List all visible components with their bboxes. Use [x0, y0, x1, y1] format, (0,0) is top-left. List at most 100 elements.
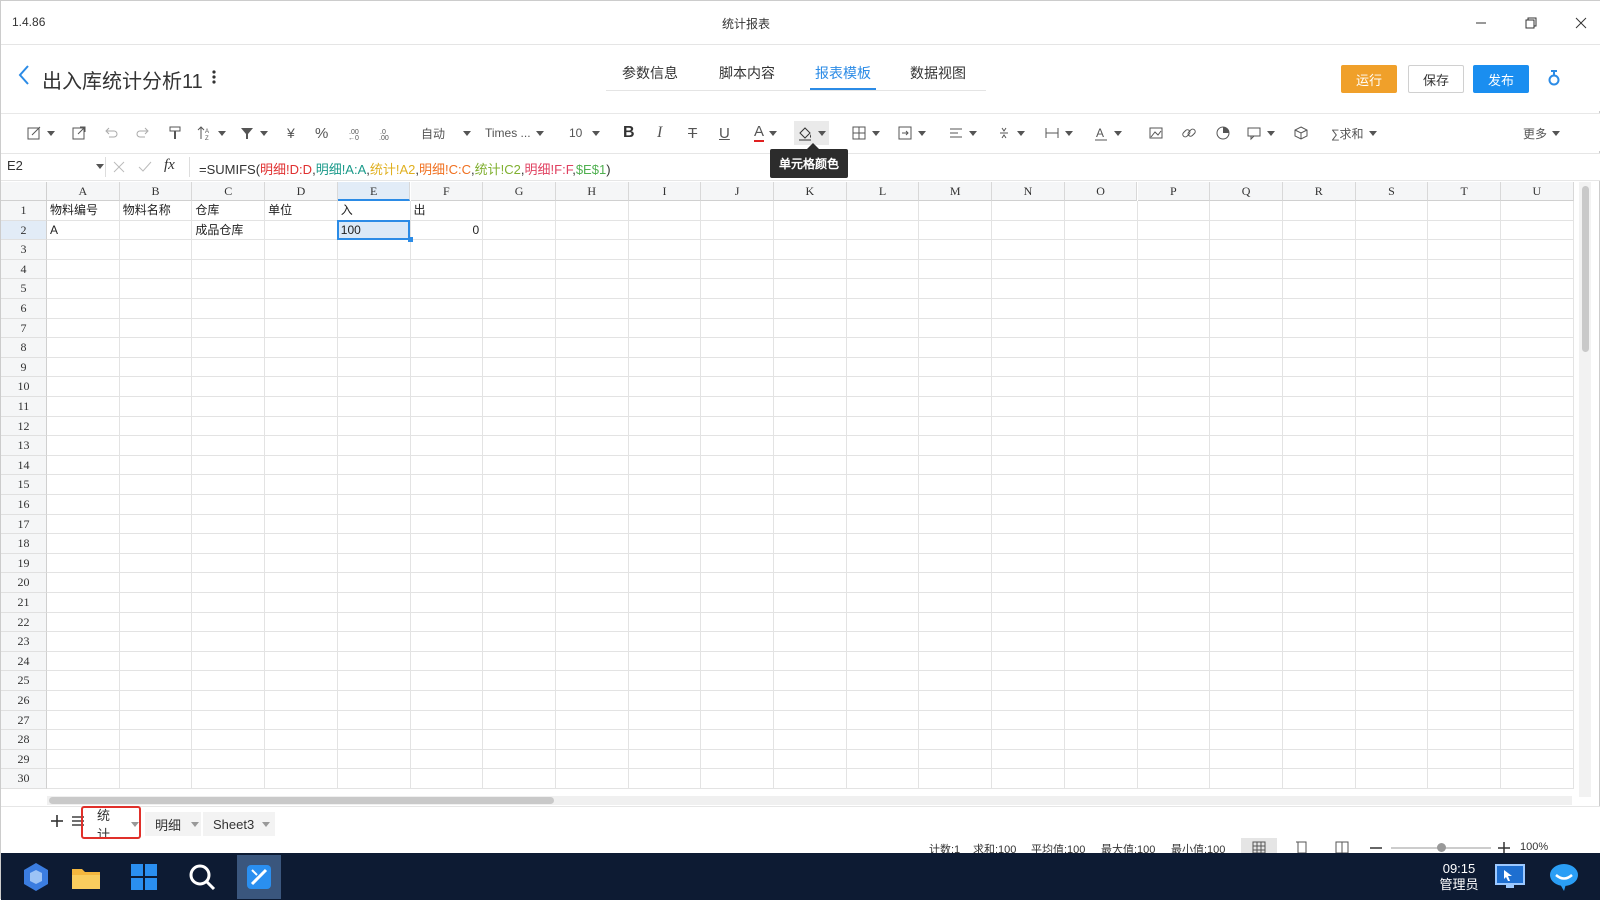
row-header[interactable]: 25	[1, 671, 47, 691]
comment-dropdown[interactable]	[1246, 122, 1275, 144]
vertical-scroll-thumb[interactable]	[1582, 186, 1589, 352]
taskbar-clock[interactable]: 09:15 管理员	[1429, 861, 1489, 893]
column-header[interactable]: L	[846, 182, 920, 201]
column-header[interactable]: E	[337, 182, 411, 201]
column-header[interactable]: I	[628, 182, 702, 201]
row-header[interactable]: 11	[1, 397, 47, 417]
filter-dropdown[interactable]	[239, 122, 268, 144]
sheet-tab-sheet3[interactable]: Sheet3	[203, 812, 275, 836]
horizontal-scroll-thumb[interactable]	[49, 797, 554, 804]
cell-color-dropdown[interactable]	[794, 121, 829, 145]
row-header[interactable]: 9	[1, 357, 47, 378]
font-size-select[interactable]: 10	[569, 122, 605, 144]
row-header[interactable]: 1	[1, 201, 47, 221]
cancel-formula-icon[interactable]	[113, 161, 125, 173]
vertical-align-dropdown[interactable]	[996, 122, 1025, 144]
row-header[interactable]: 13	[1, 436, 47, 456]
edit-dropdown[interactable]	[26, 122, 55, 144]
cell-e1[interactable]: 入	[338, 201, 353, 220]
decrease-decimal-button[interactable]: .00 ←0	[347, 122, 363, 144]
minimize-button[interactable]	[1469, 11, 1493, 35]
name-box[interactable]: E2	[7, 158, 104, 173]
merge-dropdown[interactable]	[897, 122, 926, 144]
row-header[interactable]: 16	[1, 495, 47, 515]
column-header[interactable]: J	[701, 182, 774, 201]
row-header[interactable]: 8	[1, 338, 47, 358]
row-header[interactable]: 30	[1, 769, 47, 789]
publish-button[interactable]: 发布	[1473, 65, 1529, 93]
italic-button[interactable]: I	[657, 122, 662, 144]
taskbar-report-app[interactable]	[237, 855, 281, 899]
column-header[interactable]: R	[1282, 182, 1356, 201]
taskbar-start[interactable]	[125, 859, 163, 895]
row-header[interactable]: 14	[1, 455, 47, 476]
currency-button[interactable]: ¥	[287, 122, 295, 144]
taskbar-remote-desktop[interactable]	[1491, 859, 1529, 895]
insert-image-button[interactable]	[1148, 122, 1164, 144]
zoom-slider-thumb[interactable]	[1437, 843, 1446, 852]
cell-a1[interactable]: 物料编号	[47, 201, 98, 220]
sort-dropdown[interactable]: AZ	[197, 122, 226, 144]
formula-input[interactable]: =SUMIFS(明细!D:D,明细!A:A,统计!A2,明细!C:C,统计!C2…	[199, 159, 611, 178]
strikethrough-button[interactable]: T	[688, 122, 697, 144]
confirm-formula-icon[interactable]	[138, 161, 152, 173]
column-header[interactable]: Q	[1210, 182, 1283, 201]
cell-f1[interactable]: 出	[411, 201, 426, 220]
row-header[interactable]: 19	[1, 553, 47, 574]
row-header[interactable]: 7	[1, 318, 47, 339]
number-format-select[interactable]: 自动	[421, 122, 477, 144]
column-header[interactable]: D	[265, 182, 338, 201]
column-header[interactable]: B	[119, 182, 193, 201]
row-header[interactable]: 28	[1, 730, 47, 750]
row-header[interactable]: 5	[1, 279, 47, 299]
more-dropdown[interactable]: 更多	[1523, 122, 1561, 144]
back-button[interactable]	[17, 63, 31, 90]
cell-a2[interactable]: A	[47, 221, 58, 240]
row-header[interactable]: 4	[1, 259, 47, 280]
text-style-dropdown[interactable]: A	[1093, 122, 1122, 144]
run-button[interactable]: 运行	[1341, 65, 1397, 93]
cell-c1[interactable]: 仓库	[192, 201, 219, 220]
font-color-button[interactable]: A	[754, 124, 765, 142]
user-button[interactable]	[1547, 69, 1561, 90]
taskbar-search[interactable]	[183, 859, 221, 895]
save-button[interactable]: 保存	[1408, 65, 1464, 93]
redo-button[interactable]	[135, 122, 151, 144]
format-painter-button[interactable]	[167, 122, 183, 144]
font-family-select[interactable]: Times ...	[485, 122, 555, 144]
font-color-dropdown[interactable]: A	[754, 122, 778, 144]
close-button[interactable]	[1569, 11, 1593, 35]
row-header[interactable]: 2	[1, 220, 47, 241]
tab-params[interactable]: 参数信息	[622, 63, 678, 83]
cube-button[interactable]	[1293, 122, 1309, 144]
add-sheet-button[interactable]	[50, 812, 64, 833]
column-header[interactable]: U	[1501, 182, 1574, 201]
taskbar-file-manager[interactable]	[67, 859, 105, 895]
cell-c2[interactable]: 成品仓库	[192, 221, 243, 240]
border-dropdown[interactable]	[851, 122, 880, 144]
taskbar-messenger[interactable]	[1545, 859, 1583, 895]
column-header[interactable]: P	[1137, 182, 1211, 201]
cell-b1[interactable]: 物料名称	[120, 201, 171, 220]
row-header[interactable]: 29	[1, 749, 47, 770]
row-header[interactable]: 26	[1, 691, 47, 711]
column-header[interactable]: O	[1064, 182, 1138, 201]
row-header[interactable]: 27	[1, 710, 47, 731]
cell-f2[interactable]: 0	[411, 221, 480, 240]
row-header[interactable]: 6	[1, 299, 47, 319]
insert-chart-button[interactable]	[1215, 122, 1231, 144]
sheet-tab-detail[interactable]: 明细	[145, 812, 201, 836]
bold-button[interactable]: B	[623, 122, 635, 144]
column-width-dropdown[interactable]	[1044, 122, 1073, 144]
tab-template[interactable]: 报表模板	[815, 63, 871, 83]
more-menu-button[interactable]	[211, 69, 217, 88]
taskbar-app-launcher[interactable]	[17, 859, 55, 895]
align-dropdown[interactable]	[948, 122, 977, 144]
sum-dropdown[interactable]: ∑求和	[1331, 122, 1377, 144]
restore-button[interactable]	[1519, 11, 1543, 35]
column-header[interactable]: T	[1428, 182, 1501, 201]
row-header[interactable]: 22	[1, 612, 47, 633]
row-header[interactable]: 12	[1, 416, 47, 437]
row-header[interactable]: 3	[1, 240, 47, 260]
row-header[interactable]: 15	[1, 475, 47, 495]
